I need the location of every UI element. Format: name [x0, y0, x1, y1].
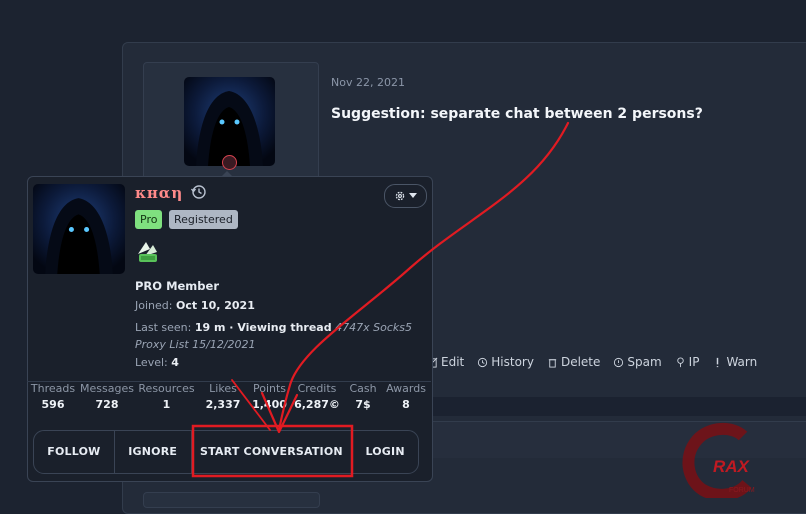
watermark-subtext: FORUM	[729, 487, 755, 494]
username-link[interactable]: кнαη	[135, 184, 183, 202]
history-label: History	[491, 355, 534, 369]
delete-label: Delete	[560, 355, 601, 369]
stat-value: 8	[402, 398, 410, 411]
warn-action[interactable]: Warn	[712, 355, 757, 369]
chevron-down-icon	[409, 193, 417, 198]
login-button[interactable]: LOGIN	[351, 431, 418, 473]
joined-label: Joined:	[135, 299, 173, 312]
history-small-icon	[478, 357, 488, 367]
last-seen-time: 19 m	[194, 321, 226, 334]
start-conversation-button[interactable]: START CONVERSATION	[190, 431, 352, 473]
stat-label: Cash	[349, 382, 377, 395]
post-date[interactable]: Nov 22, 2021	[331, 76, 405, 89]
user-status-icon	[222, 155, 237, 170]
joined-date: Oct 10, 2021	[175, 299, 255, 312]
stat-value: 1,400	[252, 398, 287, 411]
stat-threads[interactable]: Threads 596	[27, 382, 79, 420]
ignore-button[interactable]: IGNORE	[113, 431, 191, 473]
stat-label: Points	[252, 382, 287, 395]
spam-icon	[614, 357, 624, 367]
hooded-figure-image	[184, 77, 275, 166]
tooltip-avatar[interactable]	[33, 184, 125, 274]
gear-icon	[395, 191, 405, 201]
last-seen-row: Last seen: 19 m · Viewing thread 4747x S…	[135, 319, 425, 353]
post-avatar[interactable]	[184, 77, 275, 166]
stat-credits[interactable]: Credits 6,287©	[291, 382, 343, 420]
stat-value: 728	[95, 398, 119, 411]
stat-likes[interactable]: Likes 2,337	[198, 382, 248, 420]
user-options-menu[interactable]	[384, 184, 427, 208]
ip-icon	[676, 356, 684, 367]
last-seen-label: Last seen:	[135, 321, 192, 334]
hooded-figure-image	[33, 184, 125, 274]
stat-label: Resources	[138, 382, 195, 395]
stat-value: 2,337	[205, 398, 241, 411]
stat-label: Likes	[209, 382, 237, 395]
level-label: Level:	[135, 356, 168, 369]
ip-action[interactable]: IP	[675, 355, 700, 369]
trash-icon	[548, 358, 557, 368]
stat-value: 6,287©	[294, 398, 340, 411]
joined-row: Joined: Oct 10, 2021	[135, 299, 255, 312]
spam-action[interactable]: Spam	[613, 355, 662, 369]
edit-label: Edit	[441, 355, 465, 369]
spam-label: Spam	[627, 355, 662, 369]
member-action-buttons: FOLLOW IGNORE START CONVERSATION LOGIN	[33, 430, 419, 474]
next-post-user-cell	[143, 492, 320, 508]
crax-logo-watermark: RAX FORUM	[682, 423, 755, 498]
award-icon[interactable]	[135, 240, 161, 264]
delete-action[interactable]: Delete	[547, 355, 600, 369]
level-row: Level: 4	[135, 356, 179, 369]
ip-label: IP	[688, 355, 700, 369]
stat-points[interactable]: Points 1,400	[248, 382, 291, 420]
stat-label: Credits	[297, 382, 337, 395]
stat-messages[interactable]: Messages 728	[79, 382, 135, 420]
stat-label: Messages	[80, 382, 134, 395]
post-title: Suggestion: separate chat between 2 pers…	[331, 106, 703, 122]
stat-resources[interactable]: Resources 1	[135, 382, 198, 420]
history-action[interactable]: History	[477, 355, 534, 369]
warn-label: Warn	[726, 355, 758, 369]
stat-label: Awards	[386, 382, 426, 395]
stat-cash[interactable]: Cash 7$	[343, 382, 383, 420]
user-rank: PRO Member	[135, 279, 219, 293]
activity-label: Viewing thread	[237, 321, 332, 334]
level-value: 4	[171, 356, 179, 369]
member-stats: Threads 596 Messages 728 Resources 1 Likes 2…	[27, 381, 431, 420]
post-action-bar: Edit History Delete Spam IP Warn	[427, 355, 757, 369]
warn-icon	[717, 357, 719, 367]
stat-value: 596	[41, 398, 65, 411]
follow-button[interactable]: FOLLOW	[34, 431, 114, 473]
registered-badge: Registered	[169, 210, 238, 229]
pro-badge: Pro	[135, 210, 163, 229]
activity-separator: ·	[225, 321, 238, 334]
stat-value: 1	[162, 398, 171, 411]
stat-awards[interactable]: Awards 8	[383, 382, 429, 420]
post-divider	[430, 397, 806, 416]
history-icon[interactable]	[190, 183, 207, 200]
watermark-text: RAX	[713, 457, 751, 476]
stat-label: Threads	[30, 382, 76, 395]
stat-value: 7$	[355, 398, 371, 411]
